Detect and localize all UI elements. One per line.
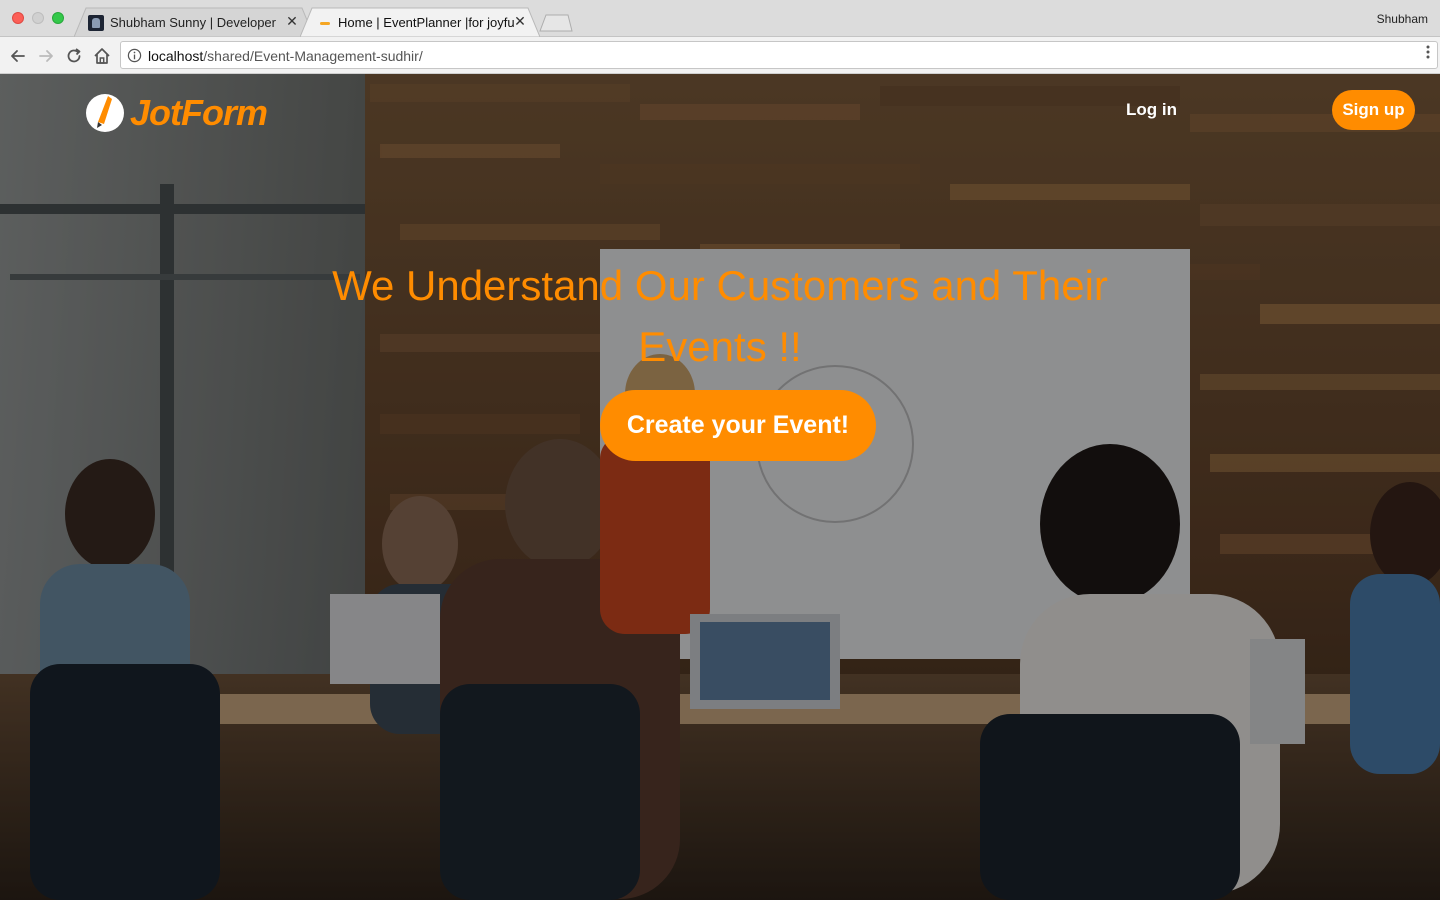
url-host: localhost — [148, 48, 204, 64]
close-window-button[interactable] — [12, 12, 24, 24]
close-tab-icon[interactable]: ✕ — [512, 13, 528, 29]
url-path: /shared/Event-Management-sudhir/ — [203, 48, 423, 64]
arrow-left-icon[interactable] — [8, 46, 28, 66]
logo-text: JotForm — [130, 92, 268, 133]
browser-tab-bar: Shubham Sunny | Developer | ✕ Home | Eve… — [0, 0, 1440, 37]
page-viewport: JotForm Log in Sign up We Understand Our… — [0, 74, 1440, 900]
hero-headline: We Understand Our Customers and Their Ev… — [332, 262, 1108, 370]
reload-icon[interactable] — [64, 46, 84, 66]
url-text: localhost/shared/Event-Management-sudhir… — [148, 48, 423, 64]
profile-name[interactable]: Shubham — [1377, 12, 1428, 26]
eventplanner-favicon — [318, 15, 334, 31]
tab-title: Shubham Sunny | Developer | — [110, 15, 278, 30]
profile-photo-icon — [88, 15, 104, 31]
hero-dark-overlay — [0, 74, 1440, 900]
new-tab-button[interactable] — [538, 14, 574, 32]
home-icon[interactable] — [92, 46, 112, 66]
signup-button[interactable]: Sign up — [1332, 90, 1415, 130]
browser-tab-2[interactable]: Home | EventPlanner |for joyful ✕ — [300, 7, 540, 37]
arrow-right-icon[interactable] — [36, 46, 56, 66]
create-event-button[interactable]: Create your Event! — [600, 390, 876, 461]
tab-title: Home | EventPlanner |for joyful — [338, 15, 514, 30]
info-icon[interactable] — [127, 48, 142, 63]
pencil-logo-icon — [86, 94, 124, 132]
maximize-window-button[interactable] — [52, 12, 64, 24]
vertical-dots-icon[interactable] — [1426, 45, 1430, 59]
address-bar[interactable]: localhost/shared/Event-Management-sudhir… — [120, 41, 1438, 69]
jotform-logo[interactable]: JotForm — [84, 90, 274, 134]
browser-toolbar: localhost/shared/Event-Management-sudhir… — [0, 37, 1440, 74]
close-tab-icon[interactable]: ✕ — [284, 13, 300, 29]
minimize-window-button[interactable] — [32, 12, 44, 24]
browser-tab-1[interactable]: Shubham Sunny | Developer | ✕ — [74, 7, 314, 37]
login-link[interactable]: Log in — [1126, 100, 1177, 120]
